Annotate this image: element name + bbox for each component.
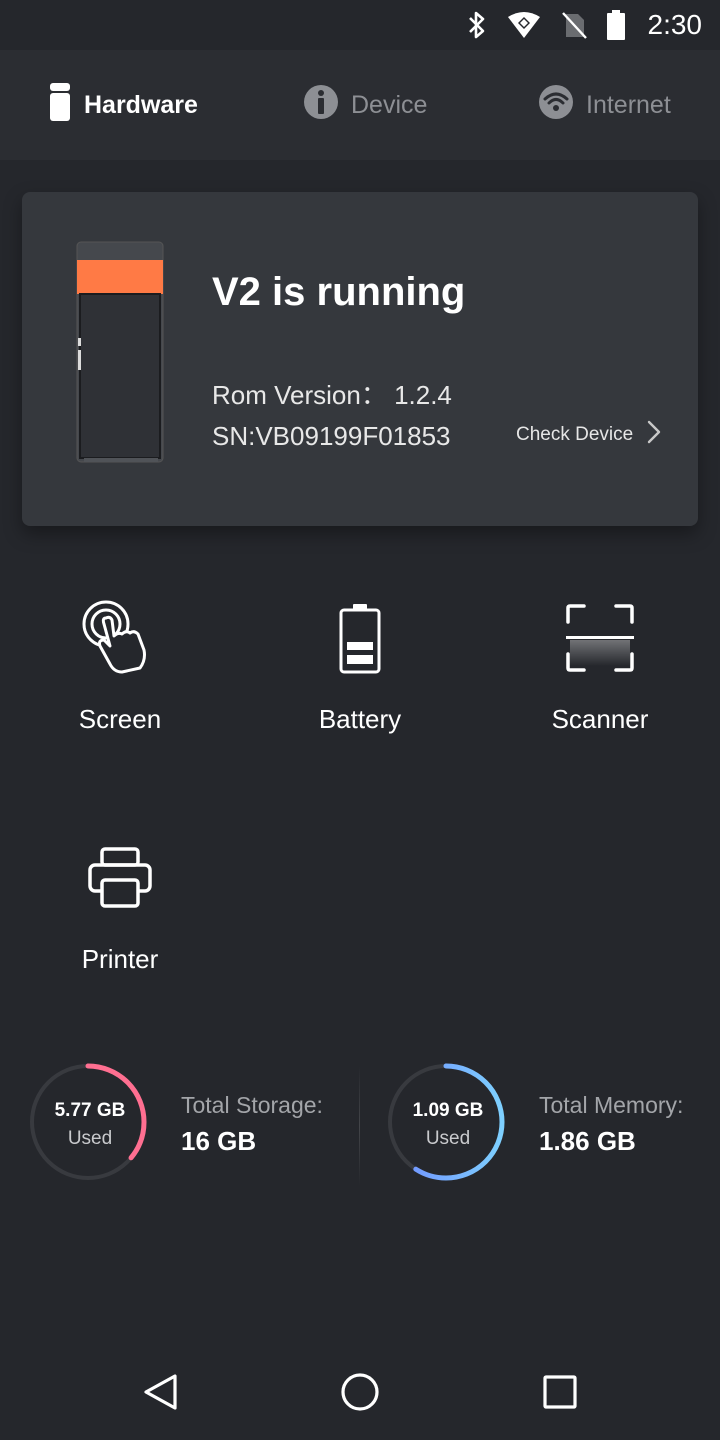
status-bar: 2:30 — [0, 0, 720, 50]
tab-internet-label: Internet — [586, 90, 671, 119]
storage-usage-ring — [30, 1063, 147, 1181]
serial-number: SN:VB09199F01853 — [212, 421, 451, 451]
touch-icon — [80, 598, 160, 683]
battery-label: Battery — [318, 704, 402, 734]
home-button[interactable] — [340, 1372, 380, 1412]
status-icons: 2:30 — [466, 8, 703, 42]
back-button[interactable] — [141, 1372, 181, 1412]
chevron-right-icon — [647, 420, 661, 450]
stats-divider — [359, 1066, 360, 1186]
tab-device-label: Device — [351, 90, 428, 119]
info-icon — [303, 84, 339, 127]
printer-label: Printer — [81, 944, 159, 974]
battery-test-button[interactable]: Battery — [240, 600, 480, 770]
total-memory-value: 1.86 GB — [539, 1126, 636, 1156]
check-device-link[interactable]: Check Device — [516, 420, 661, 450]
tab-internet[interactable]: Internet — [538, 82, 671, 128]
memory-summary: 1.09 GB Used Total Memory: 1.86 GB — [388, 1060, 718, 1190]
back-icon — [144, 1374, 177, 1410]
scanner-test-button[interactable]: Scanner — [480, 600, 720, 770]
device-icon — [48, 82, 72, 129]
storage-summary: 5.77 GB Used Total Storage: 16 GB — [30, 1060, 360, 1190]
device-status-title: V2 is running — [212, 270, 466, 314]
tab-bar: Hardware Device Internet — [0, 50, 720, 160]
system-nav-bar — [0, 1344, 720, 1440]
tab-device[interactable]: Device — [303, 82, 427, 128]
bluetooth-icon — [466, 10, 488, 40]
recents-icon — [543, 1375, 577, 1409]
wifi-icon — [506, 11, 542, 39]
memory-usage-ring — [388, 1063, 505, 1181]
no-sim-icon — [560, 10, 588, 40]
storage-used-value: 5.77 GB — [54, 1100, 126, 1121]
total-storage-label: Total Storage: — [181, 1092, 323, 1118]
memory-used-label: Used — [425, 1128, 471, 1149]
status-time: 2:30 — [647, 9, 703, 40]
total-memory-label: Total Memory: — [539, 1092, 684, 1118]
memory-used-value: 1.09 GB — [412, 1100, 484, 1121]
rom-version: Rom Version： 1.2.4 — [212, 380, 452, 410]
storage-used-label: Used — [67, 1128, 113, 1149]
tab-hardware[interactable]: Hardware — [48, 82, 198, 128]
screen-label: Screen — [78, 704, 162, 734]
printer-icon — [87, 846, 153, 915]
wifi-icon — [538, 84, 574, 127]
home-icon — [341, 1373, 379, 1411]
total-storage-value: 16 GB — [181, 1126, 257, 1156]
battery-icon — [606, 9, 626, 41]
tab-hardware-label: Hardware — [84, 90, 198, 119]
device-status-card: V2 is running Rom Version： 1.2.4 SN:VB09… — [22, 192, 698, 526]
scanner-label: Scanner — [551, 704, 649, 734]
battery-icon — [336, 602, 384, 679]
check-device-label: Check Device — [516, 424, 634, 445]
printer-test-button[interactable]: Printer — [0, 840, 240, 1010]
recents-button[interactable] — [540, 1372, 580, 1412]
hardware-screen: 2:30 Hardware Device Internet V2 is runn… — [0, 0, 720, 1440]
screen-test-button[interactable]: Screen — [0, 600, 240, 770]
pos-device-image — [76, 240, 166, 471]
scanner-icon — [564, 602, 636, 679]
